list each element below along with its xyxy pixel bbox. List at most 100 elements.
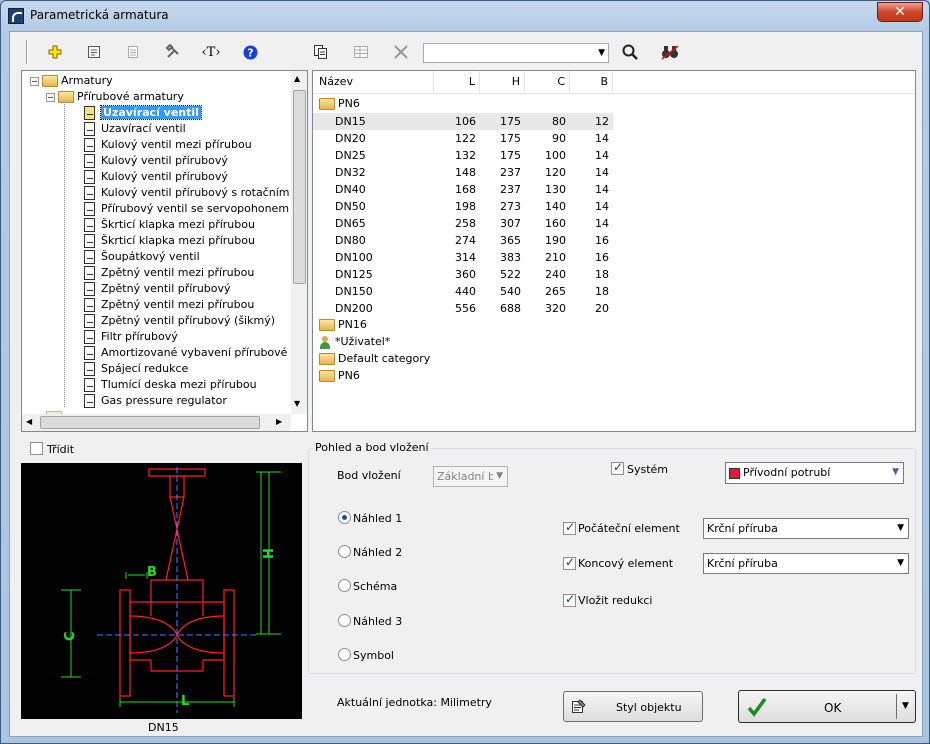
tree-vertical-scrollbar[interactable]: ▲ ▼ <box>291 71 307 414</box>
table-cell: DN150 <box>335 285 373 298</box>
tree-item[interactable]: Zpětný ventil mezi přírubou <box>84 265 254 281</box>
view-radio[interactable] <box>338 648 351 661</box>
column-header[interactable]: C <box>525 71 570 93</box>
system-checkbox[interactable] <box>611 460 624 475</box>
table-row[interactable]: DN100 314 383 210 16 <box>313 249 613 266</box>
tree-item[interactable]: Škrticí klapka mezi přírubou <box>84 217 255 233</box>
properties-button[interactable] <box>82 40 106 64</box>
column-header[interactable]: B <box>570 71 613 93</box>
table-row[interactable]: DN150 440 540 265 18 <box>313 283 613 300</box>
tree-item[interactable]: Škrticí klapka mezi přírubou <box>84 233 255 249</box>
view-radio[interactable] <box>338 545 351 558</box>
tree-item[interactable]: Přírubový ventil se servopohonem <box>84 201 289 217</box>
scroll-right-icon[interactable]: ▶ <box>276 417 282 426</box>
table-cell: 18 <box>595 268 609 281</box>
view-radio[interactable] <box>338 579 351 592</box>
insert-point-label: Bod vložení <box>337 469 401 482</box>
insert-point-dropdown[interactable]: Základní bod ▼ <box>433 466 508 487</box>
ok-split-dropdown[interactable]: ▼ <box>902 701 909 711</box>
system-label: Systém <box>627 463 669 476</box>
view-radio[interactable] <box>338 511 351 524</box>
document-icon <box>84 138 95 152</box>
tree-hscroll-thumb[interactable] <box>40 416 260 429</box>
help-button[interactable]: ? <box>238 40 262 64</box>
start-element-checkbox[interactable] <box>563 520 576 535</box>
copy-button[interactable] <box>309 40 333 64</box>
table-cell: 190 <box>545 234 566 247</box>
tree-item[interactable]: Šoupátkový ventil <box>84 249 200 265</box>
start-element-dropdown[interactable]: Krční příruba ▼ <box>703 518 909 539</box>
table-row[interactable]: DN40 168 237 130 14 <box>313 181 613 198</box>
table-group-row[interactable]: PN6 <box>319 96 360 112</box>
table-row[interactable]: DN125 360 522 240 18 <box>313 266 613 283</box>
end-element-dropdown[interactable]: Krční příruba ▼ <box>703 553 909 574</box>
table-group-row[interactable]: PN16 <box>319 317 367 333</box>
add-button[interactable] <box>43 40 67 64</box>
tree-item[interactable]: Zpětný ventil mezi přírubou <box>84 297 254 313</box>
table-group-row[interactable]: PN6 <box>319 368 360 384</box>
table-group-row[interactable]: Default category <box>319 351 430 367</box>
table-cell: 14 <box>595 149 609 162</box>
category-tree[interactable]: − Armatury − Přírubové armatury Uzavírací … <box>21 70 308 432</box>
list-button[interactable] <box>121 40 145 64</box>
table-row[interactable]: DN200 556 688 320 20 <box>313 300 613 317</box>
tree-horizontal-scrollbar[interactable]: ◀ ▶ <box>22 414 291 431</box>
text-button[interactable]: ‹T› <box>199 40 223 64</box>
table-row[interactable]: DN50 198 273 140 14 <box>313 198 613 215</box>
tree-item[interactable]: Uzavírací ventil <box>84 121 186 137</box>
table-group-row[interactable]: *Uživatel* <box>319 334 390 350</box>
tree-node-group[interactable]: − Přírubové armatury <box>46 89 184 105</box>
tree-node-root[interactable]: − Armatury <box>30 73 113 89</box>
column-header[interactable]: Název <box>313 71 434 93</box>
table-cell: 556 <box>455 302 476 315</box>
tree-item[interactable]: Kulový ventil přírubový s rotačním píste <box>84 185 307 201</box>
table-row[interactable]: DN20 122 175 90 14 <box>313 130 613 147</box>
scroll-up-icon[interactable]: ▲ <box>294 74 300 83</box>
table-row[interactable]: DN80 274 365 190 16 <box>313 232 613 249</box>
tree-item[interactable]: Spájecí redukce <box>84 361 188 377</box>
tree-item[interactable]: Kulový ventil mezi přírubou <box>84 137 252 153</box>
sort-checkbox[interactable] <box>30 442 43 455</box>
system-dropdown[interactable]: Přívodní potrubí ▼ <box>725 462 904 484</box>
tree-item[interactable]: Amortizované vybavení přírubové <box>84 345 287 361</box>
tree-item[interactable]: Zpětný ventil přírubový (šikmý) <box>84 313 275 329</box>
tree-item-label: Zpětný ventil mezi přírubou <box>101 266 255 279</box>
tree-item[interactable]: Zpětný ventil přírubový <box>84 281 231 297</box>
table-row[interactable]: DN25 132 175 100 14 <box>313 147 613 164</box>
tree-item[interactable]: Gas pressure regulator <box>84 393 227 409</box>
group-label: *Uživatel* <box>335 335 391 348</box>
object-style-button[interactable]: Styl objektu <box>563 691 703 722</box>
tree-item[interactable]: Kulový ventil přírubový <box>84 153 228 169</box>
column-header[interactable]: L <box>435 71 480 93</box>
view-radio[interactable] <box>338 614 351 627</box>
toolbar-grip[interactable] <box>26 40 28 64</box>
tree-item-label: Zpětný ventil přírubový <box>101 282 231 295</box>
table-button[interactable] <box>349 40 373 64</box>
table-cell: 320 <box>545 302 566 315</box>
delete-button[interactable] <box>389 40 413 64</box>
folder-icon <box>319 98 335 110</box>
tree-item[interactable]: Filtr přírubový <box>84 329 178 345</box>
parameter-table[interactable]: Název L H C B PN6 DN15 106 175 80 12 DN20 122 175 90 1… <box>312 70 916 432</box>
table-row[interactable]: DN32 148 237 120 14 <box>313 164 613 181</box>
table-cell: 168 <box>455 183 476 196</box>
find-button[interactable] <box>658 40 682 64</box>
ok-button[interactable]: OK ▼ <box>738 690 916 723</box>
list-icon <box>128 46 138 58</box>
tree-item[interactable]: Uzavírací ventil <box>84 105 202 121</box>
table-row[interactable]: DN65 258 307 160 14 <box>313 215 613 232</box>
title-bar[interactable]: Parametrická armatura ✕ <box>1 1 929 31</box>
scroll-down-icon[interactable]: ▼ <box>294 399 300 408</box>
tree-item[interactable]: Tlumící deska mezi přírubou <box>84 377 257 393</box>
end-element-checkbox[interactable] <box>563 555 576 570</box>
close-button[interactable]: ✕ <box>877 2 923 22</box>
tools-button[interactable] <box>161 40 185 64</box>
tree-item[interactable]: Kulový ventil přírubový <box>84 169 228 185</box>
insert-reduction-checkbox[interactable] <box>563 592 576 607</box>
table-row[interactable]: DN15 106 175 80 12 <box>313 113 613 130</box>
scroll-left-icon[interactable]: ◀ <box>26 417 32 426</box>
column-header[interactable]: H <box>480 71 525 93</box>
search-button[interactable] <box>618 40 642 64</box>
search-combo[interactable]: ▼ <box>423 43 609 63</box>
tree-scroll-thumb[interactable] <box>293 90 306 284</box>
